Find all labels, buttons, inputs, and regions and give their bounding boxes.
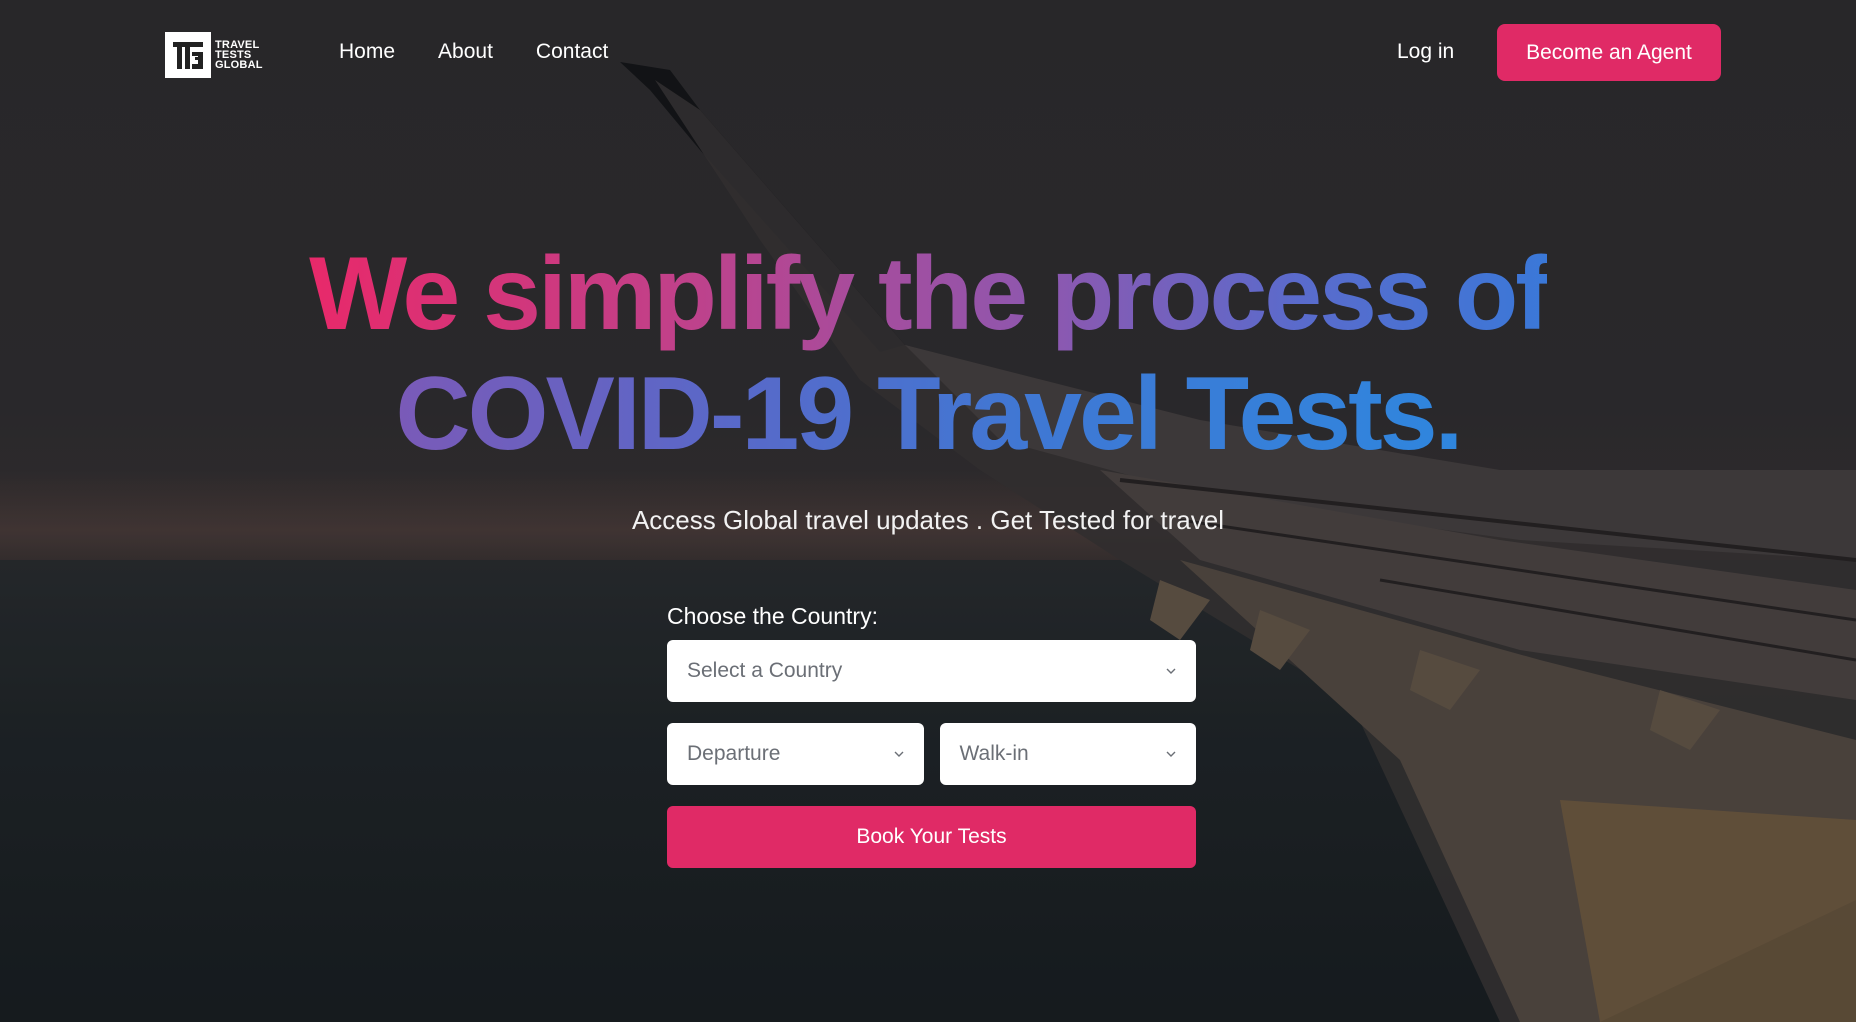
nav-links: Home About Contact [339, 40, 608, 64]
brand-logo[interactable]: TRAVEL TESTS GLOBAL [165, 32, 271, 78]
headline-line-2: COVID-19 Travel Tests. [395, 356, 1464, 472]
chevron-down-icon [894, 751, 903, 757]
chevron-down-icon [1166, 751, 1176, 757]
chevron-down-icon [1166, 668, 1176, 674]
country-label: Choose the Country: [667, 603, 878, 629]
top-navigation: TRAVEL TESTS GLOBAL Home About Contact L… [0, 0, 1856, 106]
test-mode-select[interactable]: Walk-in [939, 723, 1196, 785]
direction-select-value: Departure [687, 742, 781, 765]
login-link[interactable]: Log in [1397, 40, 1454, 64]
hero-headline: We simplify the process of COVID-19 Trav… [0, 234, 1856, 474]
country-select-value: Select a Country [687, 659, 843, 682]
nav-link-contact[interactable]: Contact [536, 40, 608, 64]
nav-link-about[interactable]: About [438, 40, 493, 64]
country-select[interactable]: Select a Country [667, 640, 1196, 702]
hero-subtitle: Access Global travel updates . Get Teste… [631, 505, 1225, 535]
logo-wordmark: TRAVEL TESTS GLOBAL [215, 40, 263, 71]
book-tests-button[interactable]: Book Your Tests [667, 806, 1196, 868]
nav-link-home[interactable]: Home [339, 40, 395, 64]
logo-mark-icon [165, 32, 211, 78]
headline-line-1: We simplify the process of [309, 236, 1550, 352]
logo-word-global: GLOBAL [215, 59, 263, 71]
test-mode-select-value: Walk-in [959, 742, 1029, 765]
become-agent-button[interactable]: Become an Agent [1497, 24, 1721, 81]
booking-form: Choose the Country: Select a Country Dep… [667, 603, 1196, 868]
options-row: Departure Walk-in [667, 723, 1196, 785]
direction-select[interactable]: Departure [667, 723, 924, 785]
